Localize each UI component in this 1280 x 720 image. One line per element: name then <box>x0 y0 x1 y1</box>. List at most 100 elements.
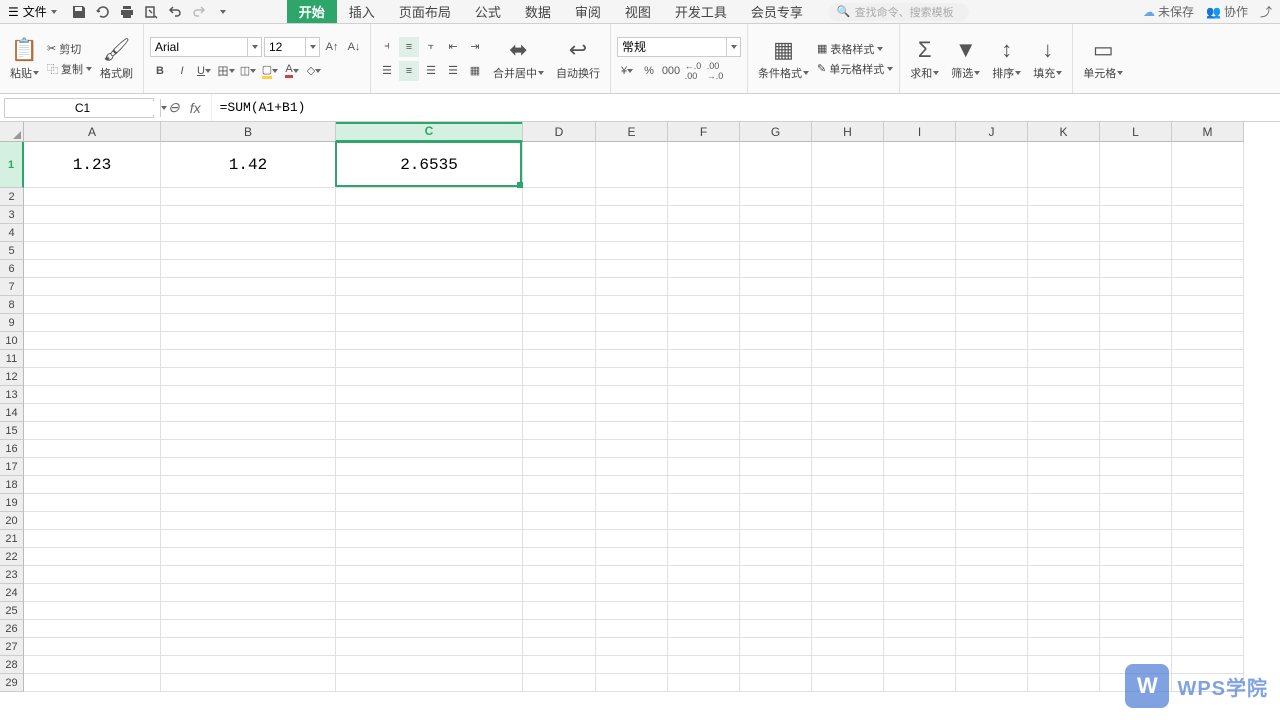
cell[interactable] <box>1028 206 1100 224</box>
cell[interactable] <box>1028 404 1100 422</box>
cell[interactable] <box>596 142 668 188</box>
cell[interactable] <box>956 494 1028 512</box>
cell[interactable] <box>24 494 161 512</box>
number-format-input[interactable] <box>618 40 726 54</box>
increase-font-button[interactable]: A↑ <box>322 37 342 57</box>
cell[interactable] <box>1028 584 1100 602</box>
cell[interactable] <box>668 350 740 368</box>
cell[interactable] <box>956 332 1028 350</box>
cell[interactable] <box>1172 638 1244 656</box>
paste-button[interactable]: 📋 粘贴 <box>6 37 43 81</box>
cell[interactable] <box>336 188 523 206</box>
col-header-L[interactable]: L <box>1100 122 1172 142</box>
cell[interactable]: 1.23 <box>24 142 161 188</box>
cell[interactable] <box>740 332 812 350</box>
cell[interactable] <box>884 368 956 386</box>
format-painter-button[interactable]: 🖌 格式刷 <box>96 37 137 81</box>
cell[interactable] <box>24 512 161 530</box>
cell[interactable] <box>161 458 336 476</box>
cell[interactable] <box>812 512 884 530</box>
align-center-button[interactable]: ≡ <box>399 61 419 81</box>
cell[interactable] <box>523 476 596 494</box>
cell[interactable] <box>596 314 668 332</box>
cell[interactable] <box>740 512 812 530</box>
cell[interactable] <box>812 206 884 224</box>
col-header-E[interactable]: E <box>596 122 668 142</box>
cell[interactable] <box>1172 278 1244 296</box>
cell[interactable] <box>523 242 596 260</box>
font-size-dropdown[interactable] <box>305 38 319 56</box>
cell[interactable] <box>956 476 1028 494</box>
cell[interactable] <box>740 602 812 620</box>
cell[interactable] <box>1172 566 1244 584</box>
decrease-font-button[interactable]: A↓ <box>344 37 364 57</box>
row-header-20[interactable]: 20 <box>0 512 24 530</box>
cell[interactable] <box>336 224 523 242</box>
cell[interactable] <box>161 440 336 458</box>
row-header-23[interactable]: 23 <box>0 566 24 584</box>
cell[interactable] <box>1172 142 1244 188</box>
cell[interactable] <box>1100 188 1172 206</box>
cell[interactable] <box>956 440 1028 458</box>
cell[interactable] <box>812 242 884 260</box>
cell[interactable] <box>884 296 956 314</box>
cell[interactable] <box>884 548 956 566</box>
cell[interactable] <box>336 422 523 440</box>
cell[interactable] <box>24 548 161 566</box>
cell[interactable] <box>1028 142 1100 188</box>
cell[interactable] <box>336 260 523 278</box>
cell[interactable] <box>956 530 1028 548</box>
cell[interactable] <box>24 404 161 422</box>
cell[interactable] <box>336 638 523 656</box>
cell[interactable] <box>740 188 812 206</box>
cell[interactable] <box>336 512 523 530</box>
cell[interactable] <box>740 422 812 440</box>
refresh-icon[interactable] <box>95 4 111 20</box>
cell[interactable] <box>956 206 1028 224</box>
cell[interactable] <box>1028 440 1100 458</box>
wrap-text-button[interactable]: ↩ 自动换行 <box>552 37 604 81</box>
cell[interactable] <box>161 386 336 404</box>
cell[interactable] <box>24 206 161 224</box>
cell[interactable] <box>336 584 523 602</box>
formula-input[interactable] <box>211 94 1280 121</box>
tab-view[interactable]: 视图 <box>613 0 663 23</box>
cell[interactable] <box>1028 638 1100 656</box>
cell[interactable] <box>24 458 161 476</box>
cell[interactable] <box>161 602 336 620</box>
cell[interactable] <box>24 584 161 602</box>
cell[interactable] <box>740 530 812 548</box>
cell[interactable] <box>668 638 740 656</box>
cell[interactable] <box>812 620 884 638</box>
cell[interactable] <box>884 332 956 350</box>
decrease-decimal-button[interactable]: .00→.0 <box>705 61 725 81</box>
cell[interactable] <box>956 350 1028 368</box>
row-header-1[interactable]: 1 <box>0 142 24 188</box>
cell[interactable] <box>668 296 740 314</box>
cell[interactable] <box>740 458 812 476</box>
cell[interactable] <box>161 620 336 638</box>
row-header-27[interactable]: 27 <box>0 638 24 656</box>
cell[interactable] <box>1100 566 1172 584</box>
cell[interactable] <box>24 188 161 206</box>
cell[interactable] <box>812 458 884 476</box>
cell[interactable] <box>668 458 740 476</box>
cell[interactable] <box>1100 476 1172 494</box>
cell[interactable] <box>884 224 956 242</box>
cell[interactable] <box>812 386 884 404</box>
cell[interactable] <box>24 422 161 440</box>
cell[interactable] <box>596 512 668 530</box>
cell[interactable] <box>668 548 740 566</box>
cell[interactable] <box>1172 422 1244 440</box>
cell[interactable] <box>812 530 884 548</box>
cell[interactable] <box>956 620 1028 638</box>
cell[interactable] <box>884 512 956 530</box>
cell[interactable] <box>161 656 336 674</box>
cell[interactable] <box>740 368 812 386</box>
share-button[interactable]: ⤴ <box>1260 3 1272 20</box>
zoom-out-icon[interactable]: ⊖ <box>168 99 180 116</box>
cell[interactable] <box>956 422 1028 440</box>
cell[interactable] <box>740 206 812 224</box>
cell[interactable] <box>956 386 1028 404</box>
row-header-11[interactable]: 11 <box>0 350 24 368</box>
